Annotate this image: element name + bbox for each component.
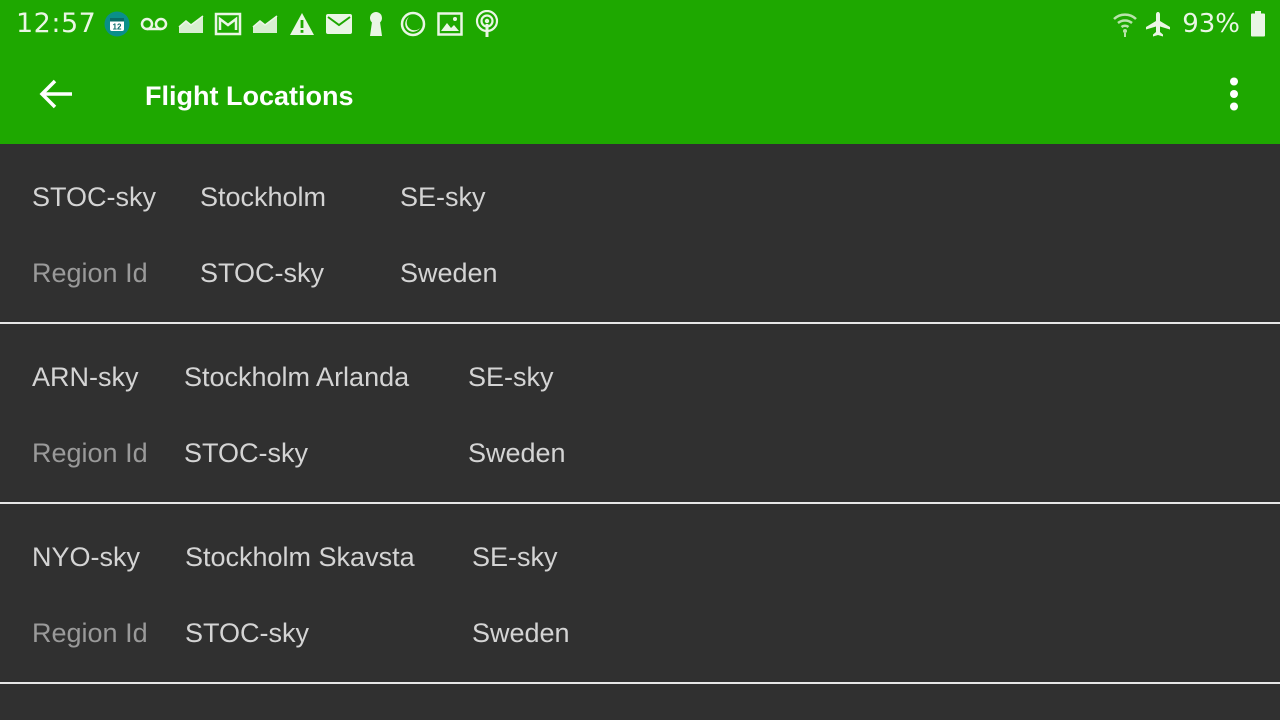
battery-icon xyxy=(1250,9,1266,39)
country-name: Sweden xyxy=(400,258,498,288)
region-id-label: Region Id xyxy=(32,438,148,468)
airplane-mode-icon xyxy=(1144,9,1172,39)
moon-icon xyxy=(398,9,428,39)
region-id-value: STOC-sky xyxy=(185,618,310,648)
keyhole-icon xyxy=(361,9,391,39)
region-id-label: Region Id xyxy=(32,618,148,648)
wifi-icon xyxy=(1112,9,1138,39)
country-code: SE-sky xyxy=(468,362,554,392)
country-code: SE-sky xyxy=(472,542,558,572)
gmail-icon xyxy=(213,9,243,39)
battery-percent: 93% xyxy=(1182,9,1240,39)
overflow-menu-button[interactable] xyxy=(1210,72,1258,120)
location-code: STOC-sky xyxy=(32,182,157,212)
country-code: SE-sky xyxy=(400,182,486,212)
location-row[interactable]: NYO-sky Stockholm Skavsta SE-sky Region … xyxy=(0,504,1280,684)
voicemail-icon xyxy=(139,9,169,39)
notification-icons: 12 xyxy=(102,8,509,40)
region-id-value: STOC-sky xyxy=(200,258,325,288)
location-row[interactable]: STOC-sky Stockholm SE-sky Region Id STOC… xyxy=(0,144,1280,324)
image-icon xyxy=(435,9,465,39)
system-status: 93% xyxy=(1106,6,1266,42)
region-id-label: Region Id xyxy=(32,258,148,288)
location-name: Stockholm xyxy=(200,182,327,212)
location-row[interactable]: ARN-sky Stockholm Arlanda SE-sky Region … xyxy=(0,324,1280,504)
region-id-value: STOC-sky xyxy=(184,438,309,468)
podcast-icon xyxy=(472,9,502,39)
location-name: Stockholm Skavsta xyxy=(185,542,415,572)
country-name: Sweden xyxy=(472,618,570,648)
calendar-icon: 12 xyxy=(102,9,132,39)
country-name: Sweden xyxy=(468,438,566,468)
back-button[interactable] xyxy=(28,72,84,120)
page-title: Flight Locations xyxy=(145,81,354,111)
email-icon xyxy=(324,9,354,39)
locations-list: STOC-sky Stockholm SE-sky Region Id STOC… xyxy=(0,144,1280,684)
status-bar: 12:57 12 93% xyxy=(0,0,1280,48)
app-bar: Flight Locations xyxy=(0,48,1280,144)
location-name: Stockholm Arlanda xyxy=(184,362,410,392)
more-vert-icon xyxy=(1229,77,1239,115)
location-code: ARN-sky xyxy=(32,362,139,392)
stock-chart-icon xyxy=(250,9,280,39)
status-time: 12:57 xyxy=(16,8,97,39)
location-code: NYO-sky xyxy=(32,542,140,572)
warning-icon xyxy=(287,9,317,39)
arrow-back-icon xyxy=(38,78,74,114)
calendar-day: 12 xyxy=(113,23,122,32)
stock-chart-icon xyxy=(176,9,206,39)
